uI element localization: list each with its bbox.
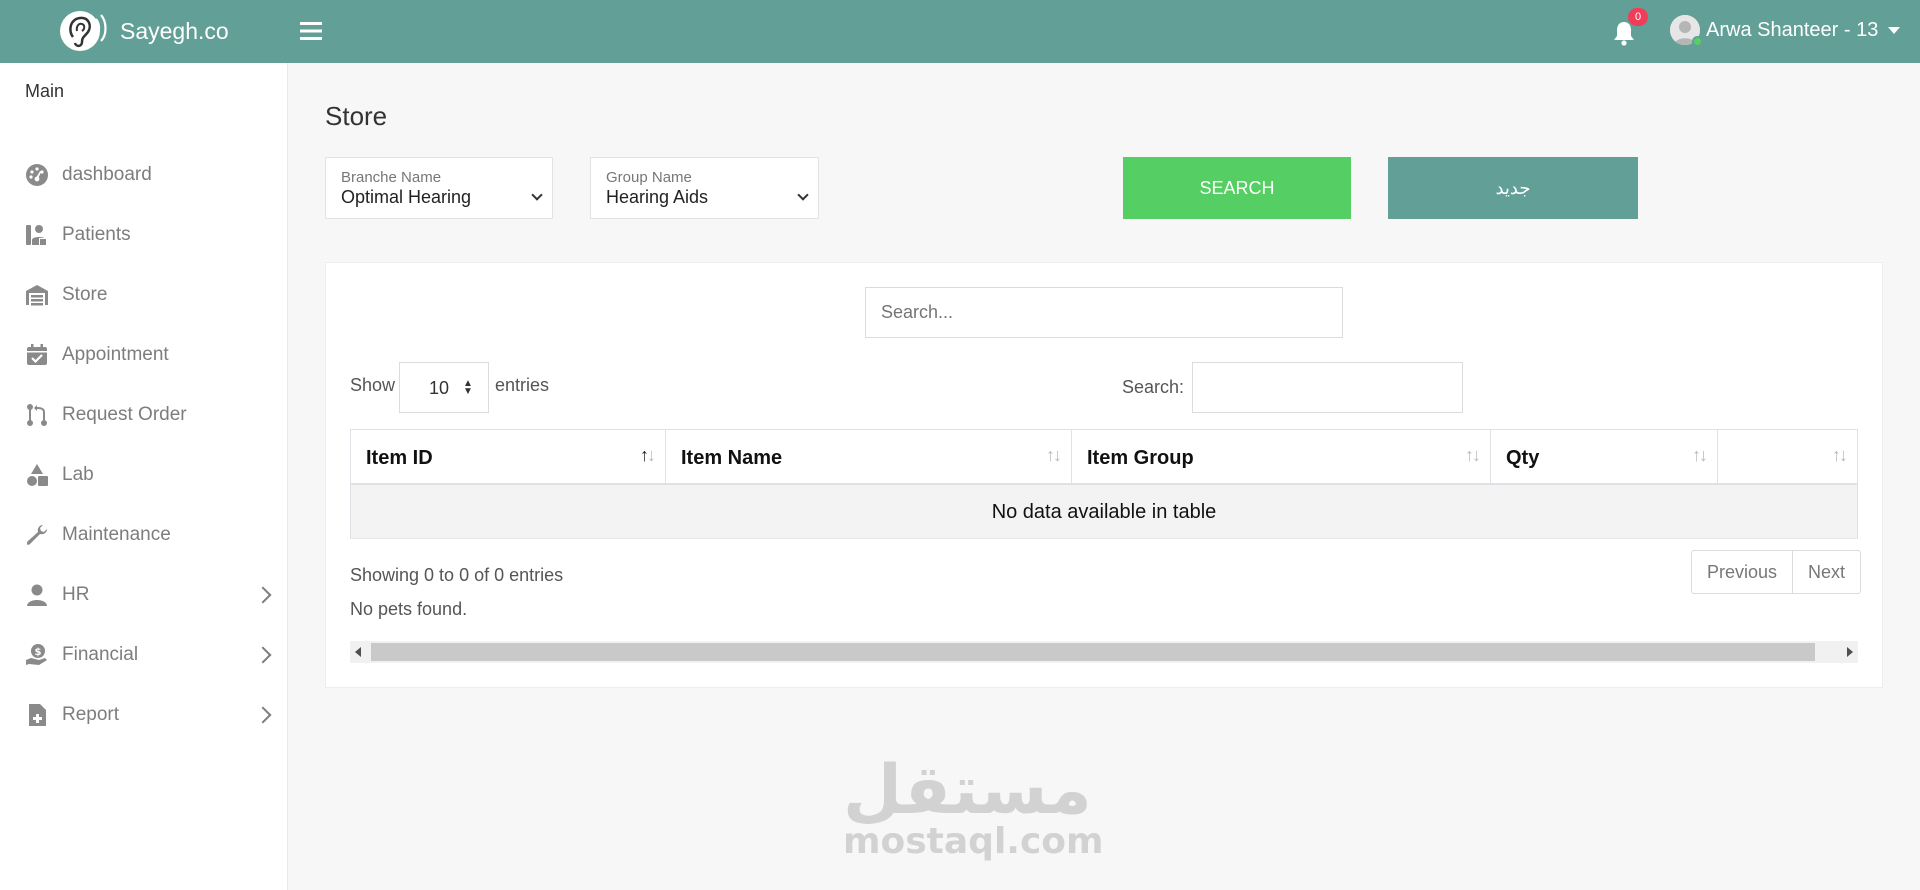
branch-select-label: Branche Name — [341, 169, 442, 186]
branch-select-value: Optimal Hearing — [341, 187, 472, 207]
search-button[interactable]: SEARCH — [1123, 157, 1351, 219]
sort-updown-icon: ▲ ▼ — [463, 378, 473, 397]
sidebar-item-appointment[interactable]: Appointment — [0, 331, 288, 379]
sort-icon: ↑↓ — [640, 445, 656, 465]
column-header-item-name[interactable]: Item Name ↑↓ — [665, 429, 1071, 485]
page-length-value: 10 — [429, 378, 450, 398]
sidebar-item-label: Store — [62, 284, 108, 305]
column-header-item-id[interactable]: Item ID ↑↓ — [350, 429, 665, 485]
calendar-check-icon — [24, 342, 50, 368]
chevron-down-icon — [531, 189, 543, 201]
user-menu[interactable]: Arwa Shanteer - 13 — [1670, 15, 1901, 47]
table-search-label: Search: — [1122, 377, 1185, 397]
sidebar-item-label: dashboard — [62, 164, 152, 185]
svg-text:$: $ — [35, 647, 42, 658]
user-name: Arwa Shanteer - 13 — [1706, 18, 1879, 41]
avatar — [1670, 15, 1703, 47]
dashboard-icon — [24, 162, 50, 188]
brand[interactable]: Sayegh.co — [58, 7, 229, 55]
table-search-input[interactable] — [1192, 362, 1463, 413]
horizontal-scrollbar[interactable] — [350, 641, 1858, 663]
patients-icon — [24, 222, 50, 248]
sidebar-item-label: Report — [62, 704, 120, 725]
watermark-arabic: مستقل — [843, 751, 1092, 830]
sidebar-item-label: Lab — [62, 464, 94, 485]
sort-icon: ↑↓ — [1832, 445, 1848, 465]
column-header-label: Qty — [1506, 447, 1540, 469]
sort-icon: ↑↓ — [1046, 445, 1062, 465]
sidebar: Main dashboard Patients Store Appointmen… — [0, 63, 288, 890]
previous-page-button[interactable]: Previous — [1692, 551, 1792, 593]
sidebar-item-label: Maintenance — [62, 524, 171, 545]
column-header-label: Item Group — [1087, 447, 1194, 469]
page-title: Store — [325, 101, 388, 131]
sidebar-item-store[interactable]: Store — [0, 271, 288, 319]
sidebar-item-financial[interactable]: $ Financial — [0, 631, 288, 679]
sort-icon: ↑↓ — [1692, 445, 1708, 465]
warehouse-icon — [24, 282, 50, 308]
sidebar-item-report[interactable]: Report — [0, 691, 288, 739]
watermark-latin: mostaql.com — [843, 821, 1104, 862]
column-header-label: Item Name — [681, 447, 783, 469]
show-label: Show — [350, 375, 396, 395]
chevron-right-icon — [254, 646, 272, 664]
sidebar-item-label: HR — [62, 584, 90, 605]
no-results-message: No pets found. — [350, 599, 468, 619]
wrench-icon — [24, 522, 50, 548]
notification-badge: 0 — [1628, 8, 1648, 26]
column-header-qty[interactable]: Qty ↑↓ — [1490, 429, 1717, 485]
sidebar-item-label: Request Order — [62, 404, 187, 425]
column-header-label: Item ID — [366, 447, 433, 469]
sidebar-item-label: Appointment — [62, 344, 169, 365]
group-select[interactable]: Group Name Hearing Aids — [590, 157, 819, 219]
entries-label: entries — [495, 375, 550, 395]
sidebar-item-maintenance[interactable]: Maintenance — [0, 511, 288, 559]
table-info: Showing 0 to 0 of 0 entries — [350, 565, 564, 585]
brand-name: Sayegh.co — [120, 17, 229, 44]
new-item-button[interactable]: جديد — [1388, 157, 1638, 219]
hand-dollar-icon: $ — [24, 642, 50, 668]
sidebar-item-label: Financial — [62, 644, 139, 665]
sidebar-item-lab[interactable]: Lab — [0, 451, 288, 499]
shapes-icon — [24, 462, 50, 488]
code-branch-icon — [24, 402, 50, 428]
user-icon — [24, 582, 50, 608]
chevron-down-icon — [797, 189, 809, 201]
sidebar-item-label: Patients — [62, 224, 131, 245]
branch-select[interactable]: Branche Name Optimal Hearing — [325, 157, 553, 219]
scroll-right-icon[interactable] — [1847, 647, 1853, 657]
ear-logo-icon — [60, 11, 107, 51]
group-select-value: Hearing Aids — [606, 187, 709, 207]
scroll-left-icon[interactable] — [355, 647, 361, 657]
page-length-select[interactable]: 10 ▲ ▼ — [399, 362, 489, 413]
scrollbar-thumb[interactable] — [371, 643, 1815, 661]
sidebar-item-hr[interactable]: HR — [0, 571, 288, 619]
search-input[interactable] — [865, 287, 1343, 338]
table-row: No data available in table — [350, 485, 1858, 539]
online-status-dot — [1692, 36, 1703, 47]
sidebar-section-title: Main — [25, 81, 65, 101]
sidebar-item-patients[interactable]: Patients — [0, 211, 288, 259]
chevron-right-icon — [254, 706, 272, 724]
next-page-button[interactable]: Next — [1792, 551, 1860, 593]
pagination: Previous Next — [1691, 550, 1862, 594]
hamburger-menu-icon[interactable] — [297, 18, 325, 44]
chevron-right-icon — [254, 586, 272, 604]
sidebar-item-dashboard[interactable]: dashboard — [0, 151, 288, 199]
empty-table-message: No data available in table — [991, 501, 1217, 523]
top-navbar: Sayegh.co 0 Arwa Shanteer - 13 — [0, 0, 1920, 63]
column-header-item-group[interactable]: Item Group ↑↓ — [1071, 429, 1490, 485]
sort-icon: ↑↓ — [1465, 445, 1481, 465]
sidebar-item-request-order[interactable]: Request Order — [0, 391, 288, 439]
group-select-label: Group Name — [606, 169, 692, 186]
watermark: مستقل mostaql.com — [843, 751, 1104, 862]
caret-down-icon — [1888, 26, 1901, 34]
file-medical-icon — [24, 702, 50, 728]
column-header-actions[interactable]: ↑↓ — [1717, 429, 1858, 485]
